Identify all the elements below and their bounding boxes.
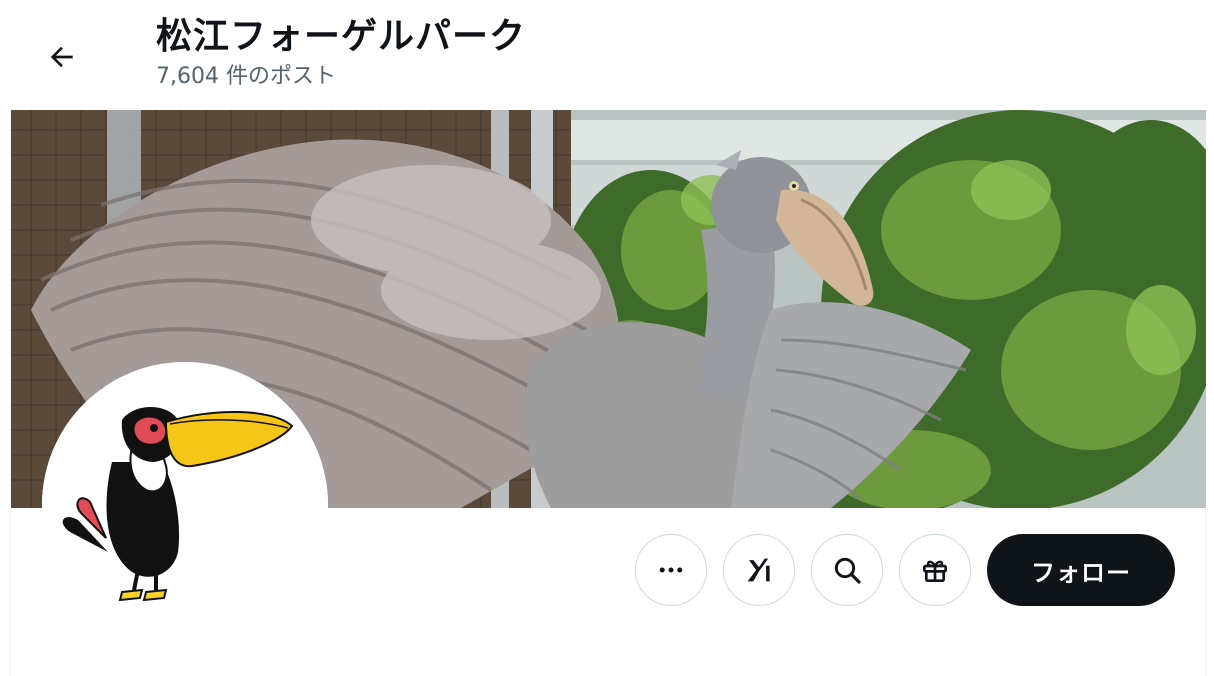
back-button[interactable] — [34, 32, 90, 82]
header-text: 松江フォーゲルパーク 7,604 件のポスト — [156, 14, 526, 92]
profile-header-bar: 松江フォーゲルパーク 7,604 件のポスト — [0, 0, 1214, 110]
more-horizontal-icon — [659, 567, 683, 573]
search-button[interactable] — [811, 534, 883, 606]
page-title: 松江フォーゲルパーク — [156, 16, 527, 57]
grok-icon — [747, 558, 770, 582]
gift-icon — [923, 560, 947, 582]
gift-button[interactable] — [899, 534, 971, 606]
arrow-left-icon — [50, 46, 73, 68]
post-count: 7,604 件のポスト — [156, 64, 336, 89]
more-button[interactable] — [635, 534, 707, 606]
search-icon — [834, 557, 861, 584]
follow-button[interactable]: フォロー — [987, 534, 1175, 606]
grok-button[interactable] — [723, 534, 795, 606]
profile-actions: フォロー — [0, 534, 1214, 606]
